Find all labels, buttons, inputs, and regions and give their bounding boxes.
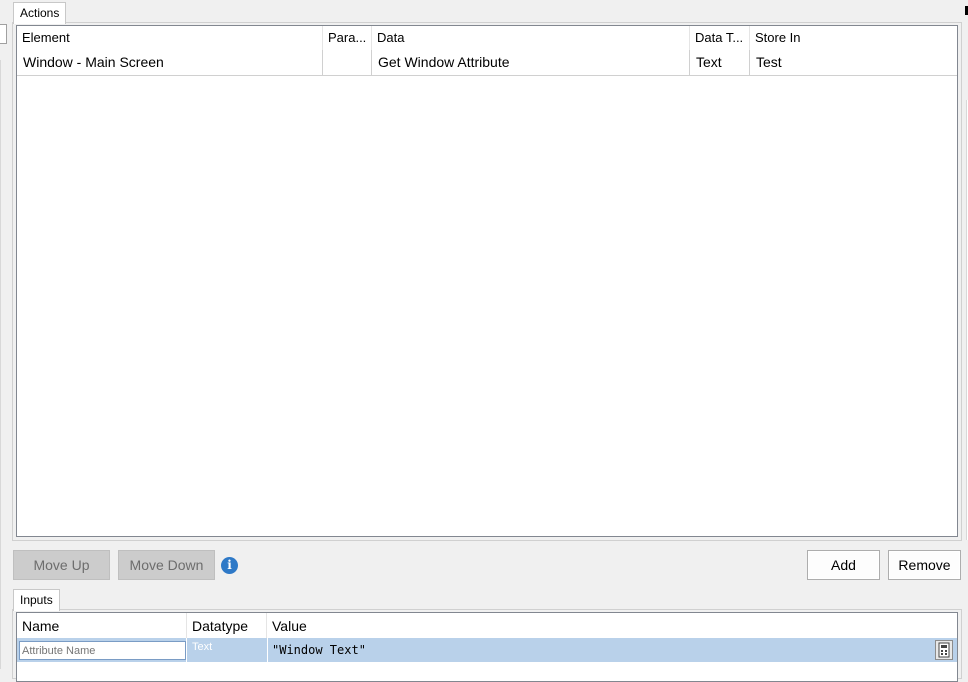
move-up-button[interactable]: Move Up (13, 550, 110, 580)
column-header-data-type[interactable]: Data T... (690, 26, 750, 50)
calculator-icon[interactable] (935, 640, 953, 660)
attribute-name-input[interactable] (19, 641, 186, 660)
left-panel-border (0, 60, 1, 669)
column-divider (186, 638, 187, 662)
tab-inputs[interactable]: Inputs (13, 589, 60, 611)
cell-store-in[interactable]: Test (750, 50, 957, 75)
add-button[interactable]: Add (807, 550, 880, 580)
tab-inputs-label: Inputs (20, 593, 53, 607)
remove-button[interactable]: Remove (888, 550, 961, 580)
column-header-element[interactable]: Element (17, 26, 323, 50)
tab-actions[interactable]: Actions (13, 2, 67, 24)
cell-params[interactable] (323, 50, 372, 75)
row-divider (17, 75, 957, 76)
datatype-value[interactable]: Text (192, 641, 212, 653)
column-header-params[interactable]: Para... (323, 26, 372, 50)
cell-data-type[interactable]: Text (690, 50, 750, 75)
column-header-store-in[interactable]: Store In (750, 26, 957, 50)
column-header-name[interactable]: Name (17, 613, 187, 639)
info-icon[interactable]: i (221, 557, 238, 574)
move-down-button[interactable]: Move Down (118, 550, 215, 580)
inputs-grid[interactable]: Name Datatype Value Text "Window Text" (16, 612, 958, 682)
column-divider (267, 638, 268, 662)
cell-data[interactable]: Get Window Attribute (372, 50, 690, 75)
cell-element[interactable]: Window - Main Screen (17, 50, 323, 75)
column-header-value[interactable]: Value (267, 613, 957, 639)
left-panel-edge (0, 24, 7, 44)
column-header-data[interactable]: Data (372, 26, 690, 50)
column-header-datatype[interactable]: Datatype (187, 613, 267, 639)
actions-grid[interactable]: Element Para... Data Data T... Store In … (16, 25, 958, 537)
input-row-selected[interactable]: Text "Window Text" (17, 638, 957, 662)
tab-actions-label: Actions (20, 6, 60, 20)
value-field[interactable]: "Window Text" (272, 643, 366, 657)
